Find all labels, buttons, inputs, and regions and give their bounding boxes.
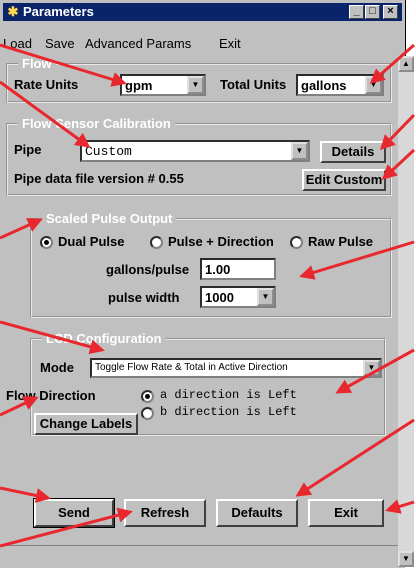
- raw-pulse-label[interactable]: Raw Pulse: [308, 234, 373, 249]
- flow-direction-label: Flow Direction: [6, 388, 96, 403]
- pulse-direction-label[interactable]: Pulse + Direction: [168, 234, 274, 249]
- menu-load[interactable]: Load: [3, 36, 32, 51]
- total-units-select[interactable]: gallons ▼: [296, 74, 384, 96]
- flow-group: Flow Rate Units gpm ▼ Total Units gallon…: [6, 56, 392, 103]
- edit-custom-button[interactable]: Edit Custom: [302, 169, 386, 191]
- lcd-mode-select[interactable]: Toggle Flow Rate & Total in Active Direc…: [90, 358, 382, 378]
- minimize-button[interactable]: _: [349, 5, 364, 19]
- gallons-per-pulse-label: gallons/pulse: [106, 262, 190, 277]
- rate-units-label: Rate Units: [14, 77, 79, 92]
- menu-save[interactable]: Save: [45, 36, 75, 51]
- exit-button[interactable]: Exit: [308, 499, 384, 527]
- chevron-down-icon[interactable]: ▼: [291, 142, 308, 160]
- radio-pulse-direction[interactable]: [150, 236, 163, 249]
- pulse-output-group: Scaled Pulse Output Dual Pulse Pulse + D…: [30, 211, 392, 318]
- dual-pulse-label[interactable]: Dual Pulse: [58, 234, 124, 249]
- scroll-up-icon[interactable]: ▲: [398, 56, 414, 72]
- close-button[interactable]: ×: [383, 5, 398, 19]
- menu-advanced-params[interactable]: Advanced Params: [85, 36, 191, 51]
- calibration-group: Flow Sensor Calibration Pipe Custom ▼ De…: [6, 116, 392, 196]
- pipe-label: Pipe: [14, 142, 42, 157]
- flow-legend: Flow: [18, 56, 56, 71]
- pipe-select[interactable]: Custom ▼: [80, 140, 310, 162]
- pulse-width-label: pulse width: [108, 290, 180, 305]
- window-title: Parameters: [23, 4, 94, 19]
- b-direction-label[interactable]: b direction is Left: [160, 405, 297, 419]
- radio-b-direction[interactable]: [141, 407, 154, 420]
- radio-raw-pulse[interactable]: [290, 236, 303, 249]
- refresh-button[interactable]: Refresh: [124, 499, 206, 527]
- app-icon: ✱: [7, 4, 19, 19]
- mode-label: Mode: [40, 360, 74, 375]
- parameters-window: ✱ Parameters _ □ × Load Save Advanced Pa…: [0, 0, 406, 568]
- rate-units-select[interactable]: gpm ▼: [120, 74, 206, 96]
- lcd-legend: LCD Configuration: [42, 331, 166, 346]
- chevron-down-icon[interactable]: ▼: [363, 360, 380, 376]
- maximize-button[interactable]: □: [365, 5, 380, 19]
- radio-a-direction[interactable]: [141, 390, 154, 403]
- pulse-width-select[interactable]: 1000 ▼: [200, 286, 276, 308]
- pulse-legend: Scaled Pulse Output: [42, 211, 177, 226]
- vertical-scrollbar[interactable]: ▲ ▼: [398, 56, 414, 567]
- scroll-down-icon[interactable]: ▼: [398, 551, 414, 567]
- total-units-label: Total Units: [220, 77, 287, 92]
- title-bar[interactable]: ✱ Parameters _ □ ×: [3, 3, 402, 21]
- chevron-down-icon[interactable]: ▼: [187, 76, 204, 94]
- defaults-button[interactable]: Defaults: [216, 499, 298, 527]
- a-direction-label[interactable]: a direction is Left: [160, 388, 297, 402]
- menu-exit[interactable]: Exit: [219, 36, 241, 51]
- chevron-down-icon[interactable]: ▼: [365, 76, 382, 94]
- gallons-per-pulse-input[interactable]: 1.00: [200, 258, 276, 280]
- radio-dual-pulse[interactable]: [40, 236, 53, 249]
- change-labels-button[interactable]: Change Labels: [34, 413, 138, 435]
- pipe-version-text: Pipe data file version # 0.55: [14, 171, 184, 186]
- details-button[interactable]: Details: [320, 141, 386, 163]
- send-button[interactable]: Send: [33, 498, 115, 528]
- calibration-legend: Flow Sensor Calibration: [18, 116, 175, 131]
- status-bar: [0, 545, 405, 568]
- chevron-down-icon[interactable]: ▼: [257, 288, 274, 306]
